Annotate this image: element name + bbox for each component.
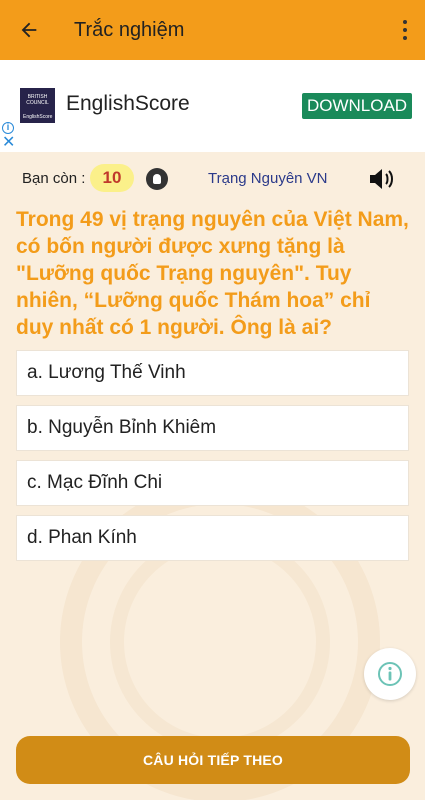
download-button[interactable]: DOWNLOAD <box>302 93 412 119</box>
info-icon <box>378 662 402 686</box>
info-button[interactable] <box>364 648 416 700</box>
remaining-count-badge: 10 <box>90 164 134 192</box>
next-question-button[interactable]: CÂU HỎI TIẾP THEO <box>16 736 410 784</box>
ad-info-icon[interactable]: i <box>2 122 14 134</box>
ad-brand-line2: EnglishScore <box>23 114 53 120</box>
quiz-status-bar: Bạn còn : 10 Trạng Nguyên VN <box>0 164 425 194</box>
ad-close-icon[interactable]: ✕ <box>2 135 15 151</box>
quiz-content: Bạn còn : 10 Trạng Nguyên VN Trong 49 vị… <box>0 152 425 800</box>
more-vert-icon <box>403 20 407 24</box>
hint-lightbulb-icon[interactable] <box>146 168 168 190</box>
app-bar: Trắc nghiệm <box>0 0 425 60</box>
answer-option-c[interactable]: c. Mạc Đĩnh Chi <box>16 460 409 506</box>
answer-option-a[interactable]: a. Lương Thế Vinh <box>16 350 409 396</box>
background-seal-inner <box>110 532 330 752</box>
page-title: Trắc nghiệm <box>74 18 185 41</box>
ad-banner[interactable]: BRITISH COUNCIL EnglishScore EnglishScor… <box>0 60 425 152</box>
speaker-icon[interactable] <box>368 166 396 192</box>
remaining-label: Bạn còn : <box>22 170 86 187</box>
englishscore-logo: BRITISH COUNCIL EnglishScore <box>20 88 55 123</box>
quiz-topic: Trạng Nguyên VN <box>208 170 328 187</box>
back-button[interactable] <box>0 0 58 60</box>
question-text: Trong 49 vị trạng nguyên của Việt Nam, c… <box>16 208 409 339</box>
answer-option-d[interactable]: d. Phan Kính <box>16 515 409 561</box>
answer-option-b[interactable]: b. Nguyễn Bỉnh Khiêm <box>16 405 409 451</box>
arrow-left-icon <box>21 22 37 38</box>
ad-app-name: EnglishScore <box>66 92 190 115</box>
more-options-button[interactable] <box>395 14 415 46</box>
ad-brand-line1: BRITISH COUNCIL <box>26 94 49 106</box>
